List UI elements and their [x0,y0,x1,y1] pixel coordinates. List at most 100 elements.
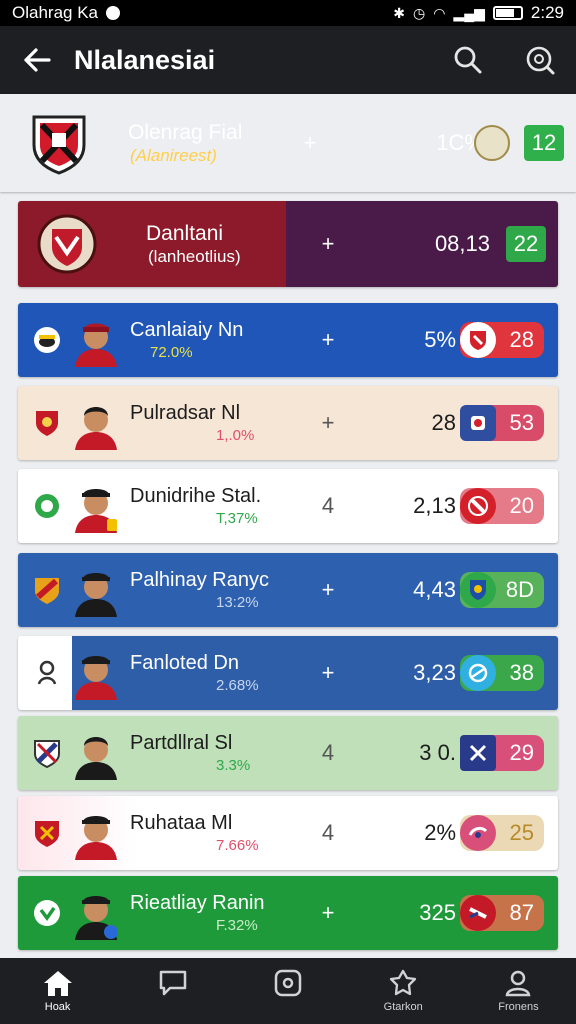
score-badge: 87 [460,895,544,931]
back-button[interactable] [0,26,74,94]
score-badge-value: 29 [509,740,534,765]
add-button[interactable]: 4 [318,740,338,766]
score-badge: 22 [506,226,546,262]
nav-home[interactable]: Hoak [0,958,115,1024]
player-sub: 7.66% [216,837,259,854]
player-stat: 325 [419,900,456,925]
score-badge: 12 [524,125,564,161]
score-badge: 8D [460,572,544,608]
filter-search-button[interactable] [504,26,576,94]
player-sub: 2.68% [216,677,259,694]
nav-label: Hoak [44,1001,71,1013]
home-icon [43,971,72,996]
add-button[interactable]: 4 [318,820,338,846]
score-badge-value: 25 [509,820,534,845]
list-item[interactable]: Danltani (lanheotlius) + 08,13 22 [18,201,558,287]
player-name: Fanloted Dn [130,652,239,674]
list-item[interactable]: Canlaiaiy Nn 72.0% + 5% 28 [18,303,558,377]
player-avatar [72,313,120,367]
list-item[interactable]: Partdllral Sl 3.3% 4 3 0. 29 [18,716,558,790]
player-avatar [72,646,120,700]
score-badge-value: 8D [505,577,534,602]
club-logo-icon [460,735,496,771]
media-icon [274,969,302,997]
club-logo-icon [460,895,496,931]
list-item[interactable]: Dunidrihe Stal. T,37% 4 2,13 20 [18,469,558,543]
status-bar: Olahrag Ka ✱ ◷ ◠ ▂▄▆ 2:29 [0,0,576,26]
badge-icon [390,969,417,996]
score-badge-value: 38 [509,660,534,685]
list-item[interactable]: Pulradsar Nl 1,.0% + 28 53 [18,386,558,460]
page-title: Nlalanesiai [74,44,216,75]
player-avatar [72,886,120,940]
player-stat: 2% [424,820,456,845]
player-avatar [72,396,120,450]
nav-label: Fronens [498,1001,539,1013]
team-crest-icon [30,323,64,357]
nav-label: Gtarkon [383,1001,423,1013]
status-time: 2:29 [530,3,564,22]
player-stat: 5% [424,327,456,352]
player-stat: 3 0. [419,740,456,765]
player-sub: 72.0% [150,344,193,361]
club-logo-icon [474,125,510,161]
score-badge-value: 28 [509,327,534,352]
score-badge: 38 [460,655,544,691]
nav-profile[interactable]: Fronens [461,958,576,1024]
score-badge: 20 [460,488,544,524]
player-sub: 1,.0% [216,427,255,444]
status-left-text: Olahrag Ka [12,3,98,22]
player-name: Danltani [146,222,224,245]
list-item[interactable]: Palhinay Ranyc 13:2% + 4,43 8D [18,553,558,627]
search-icon [454,46,482,74]
list-item[interactable]: Olenrag Fial (Alanireest) + 1C% 12 [0,94,576,192]
list-item[interactable]: Rieatliay Ranin F.32% + 325 87 [18,876,558,950]
club-logo-icon [460,815,496,851]
team-crest-icon [30,656,64,690]
team-crest-icon [36,212,98,276]
club-logo-icon [460,572,496,608]
add-button[interactable]: + [318,410,338,436]
list-item[interactable]: Fanloted Dn 2.68% + 3,23 38 [18,636,558,710]
add-button[interactable]: + [318,231,338,257]
player-sub: (Alanireest) [130,146,217,165]
player-name: Ruhataa Ml [130,812,233,834]
player-name: Partdllral Sl [130,732,233,754]
search-badge-icon [526,46,555,75]
player-stat: 28 [431,410,456,435]
player-sub: 13:2% [216,594,259,611]
club-logo-icon [460,655,496,691]
wifi-icon: ◠ [433,4,446,21]
team-crest-icon [30,573,64,607]
list-item[interactable]: Ruhataa Ml 7.66% 4 2% 25 [18,796,558,870]
nav-badge[interactable]: Gtarkon [346,958,461,1024]
signal-icon: ▂▄▆ [453,4,485,21]
add-button[interactable]: + [318,660,338,686]
nav-media[interactable] [230,958,345,1024]
player-name: Olenrag Fial [128,121,243,144]
player-sub: (lanheotlius) [148,247,241,266]
add-button[interactable]: + [318,577,338,603]
club-logo-icon [460,488,496,524]
search-button[interactable] [432,26,504,94]
app-bar: Nlalanesiai [0,26,576,94]
player-avatar [72,563,120,617]
chat-icon [159,970,187,996]
notification-icon [106,6,120,20]
add-button[interactable]: 4 [318,493,338,519]
team-crest-icon [30,816,64,850]
add-button[interactable]: + [318,327,338,353]
add-button[interactable]: + [318,900,338,926]
player-name: Palhinay Ranyc [130,569,269,591]
score-badge: 53 [460,405,544,441]
player-avatar [72,726,120,780]
score-badge-value: 22 [513,231,539,256]
nav-chat[interactable] [115,958,230,1024]
add-button[interactable]: + [300,130,320,156]
score-badge: 28 [460,322,544,358]
player-stat: 2,13 [413,493,456,518]
player-avatar [72,479,120,533]
back-arrow-icon [24,48,51,72]
player-stat: 08,13 [434,231,490,256]
club-logo-icon [460,405,496,441]
